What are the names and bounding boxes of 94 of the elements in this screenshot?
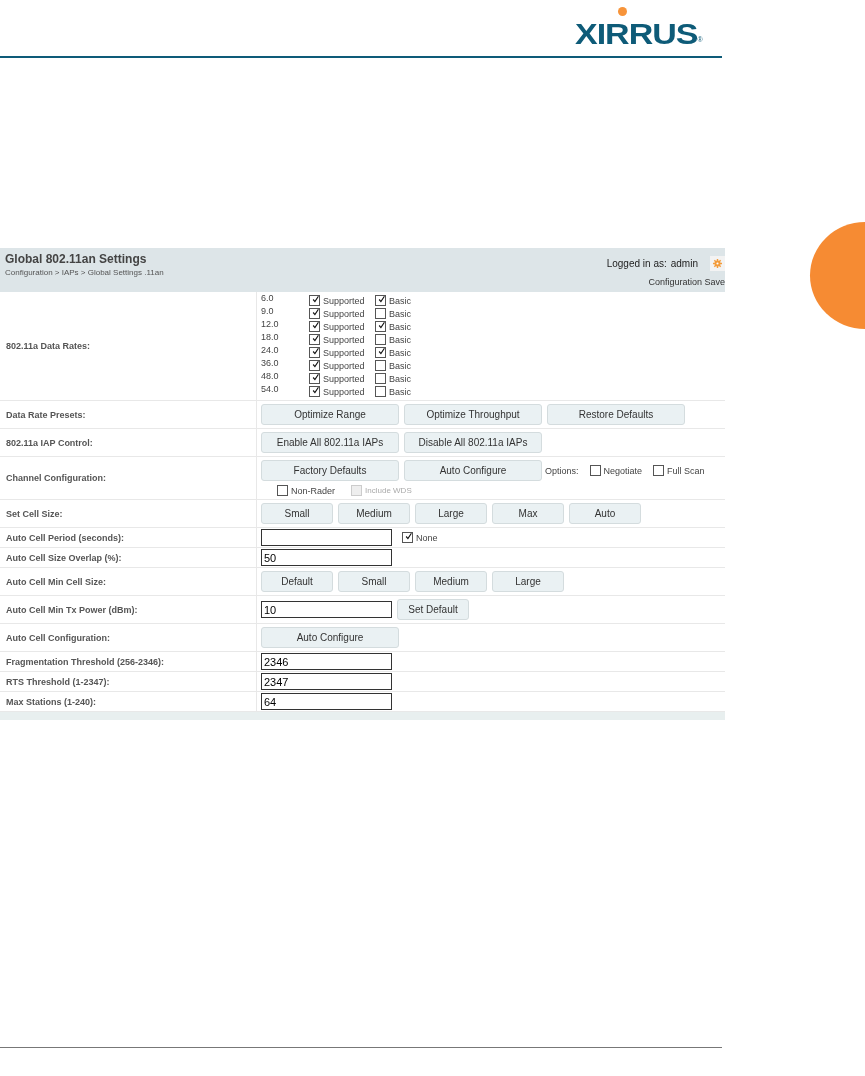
field-label: 802.11a Data Rates: [6, 341, 91, 351]
checkbox-label: Basic [389, 347, 411, 358]
checkbox[interactable] [309, 321, 320, 332]
checkbox-label: Supported [323, 386, 365, 397]
checkbox-label: Basic [389, 373, 411, 384]
checkbox[interactable] [375, 373, 386, 384]
button[interactable]: Auto [569, 503, 641, 524]
field-label: Auto Cell Period (seconds): [6, 532, 124, 543]
field-label: Channel Configuration: [6, 473, 106, 483]
checkbox[interactable] [375, 347, 386, 358]
input-field[interactable]: 10 [261, 601, 392, 618]
button[interactable]: Default [261, 571, 333, 592]
checkbox-label: Supported [323, 308, 365, 319]
checkbox[interactable] [277, 485, 288, 496]
checkbox[interactable] [375, 295, 386, 306]
button[interactable]: Optimize Range [261, 404, 399, 425]
checkbox[interactable] [589, 465, 601, 476]
input-field[interactable] [261, 529, 392, 546]
checkbox-label: Supported [323, 360, 365, 371]
checkbox-label: Negotiate [603, 465, 643, 476]
rate-value: 24.0 [261, 344, 280, 357]
field-label: RTS Threshold (1-2347): [6, 676, 110, 687]
field-label: Auto Cell Size Overlap (%): [6, 552, 122, 563]
breadcrumb: Configuration > IAPs > Global Settings .11an [5, 268, 164, 277]
button[interactable]: Enable All 802.11a IAPs [261, 432, 399, 453]
checkbox-label: Include WDS [365, 486, 412, 495]
rate-value: 48.0 [261, 370, 280, 383]
page-title: Global 802.11an Settings [5, 252, 148, 266]
button[interactable]: Optimize Throughput [404, 404, 542, 425]
button[interactable]: Medium [338, 503, 410, 524]
button[interactable]: Factory Defaults [261, 460, 399, 481]
input-field[interactable]: 2347 [261, 673, 392, 690]
button[interactable]: Small [338, 571, 410, 592]
checkbox[interactable] [653, 465, 665, 476]
field-label: Auto Cell Min Tx Power (dBm): [6, 604, 138, 615]
input-field[interactable]: 64 [261, 693, 392, 710]
checkbox[interactable] [309, 295, 320, 306]
checkbox[interactable] [375, 334, 386, 345]
field-label: Fragmentation Threshold (256-2346): [6, 656, 165, 667]
rate-value: 54.0 [261, 383, 280, 396]
rate-value: 18.0 [261, 331, 280, 344]
button[interactable]: Set Default [397, 599, 469, 620]
options-label: Options: [545, 465, 579, 476]
button[interactable]: Disable All 802.11a IAPs [404, 432, 542, 453]
checkbox-label: Basic [389, 360, 411, 371]
checkbox[interactable] [375, 360, 386, 371]
checkbox[interactable] [309, 334, 320, 345]
input-field[interactable]: 50 [261, 549, 392, 566]
rate-value: 6.0 [261, 292, 275, 305]
checkbox-label: Basic [389, 386, 411, 397]
checkbox-label: Supported [323, 321, 365, 332]
checkbox-label: Supported [323, 347, 365, 358]
checkbox[interactable] [309, 360, 320, 371]
checkbox[interactable] [309, 386, 320, 397]
checkbox[interactable] [309, 308, 320, 319]
field-label: Max Stations (1-240): [6, 696, 97, 707]
user-name: admin [670, 258, 698, 269]
button[interactable]: Max [492, 503, 564, 524]
button[interactable]: Large [492, 571, 564, 592]
field-label: 802.11a IAP Control: [6, 437, 93, 448]
status-text: Configuration Save [648, 277, 725, 287]
checkbox-label: None [416, 532, 438, 543]
checkbox[interactable] [375, 386, 386, 397]
rate-value: 9.0 [261, 305, 275, 318]
checkbox[interactable] [309, 373, 320, 384]
checkbox[interactable] [375, 321, 386, 332]
button[interactable]: Large [415, 503, 487, 524]
rate-value: 36.0 [261, 357, 280, 370]
field-label: Data Rate Presets: [6, 409, 86, 420]
field-label: Auto Cell Configuration: [6, 632, 110, 643]
field-label: Auto Cell Min Cell Size: [6, 576, 106, 587]
checkbox-label: Basic [389, 334, 411, 345]
checkbox[interactable] [309, 347, 320, 358]
checkbox[interactable] [375, 308, 386, 319]
checkbox-label: Supported [323, 373, 365, 384]
button[interactable]: Medium [415, 571, 487, 592]
logo-dot-icon [618, 7, 627, 16]
button[interactable]: Restore Defaults [547, 404, 685, 425]
checkbox-label: Supported [323, 334, 365, 345]
logo-text: XIRRUS [575, 18, 698, 50]
checkbox-label: Supported [323, 295, 365, 306]
button[interactable]: Auto Configure [261, 627, 399, 648]
button[interactable]: Auto Configure [404, 460, 542, 481]
rate-value: 12.0 [261, 318, 280, 331]
checkbox-label: Basic [389, 321, 411, 332]
checkbox-label: Basic [389, 295, 411, 306]
field-label: Set Cell Size: [6, 508, 63, 519]
button[interactable]: Small [261, 503, 333, 524]
checkbox[interactable] [402, 532, 413, 543]
checkbox-label: Full Scan [667, 465, 705, 476]
input-field[interactable]: 2346 [261, 653, 392, 670]
checkbox-label: Basic [389, 308, 411, 319]
login-label: Logged in as: [606, 258, 667, 269]
checkbox-label: Non-Rader [291, 485, 336, 496]
